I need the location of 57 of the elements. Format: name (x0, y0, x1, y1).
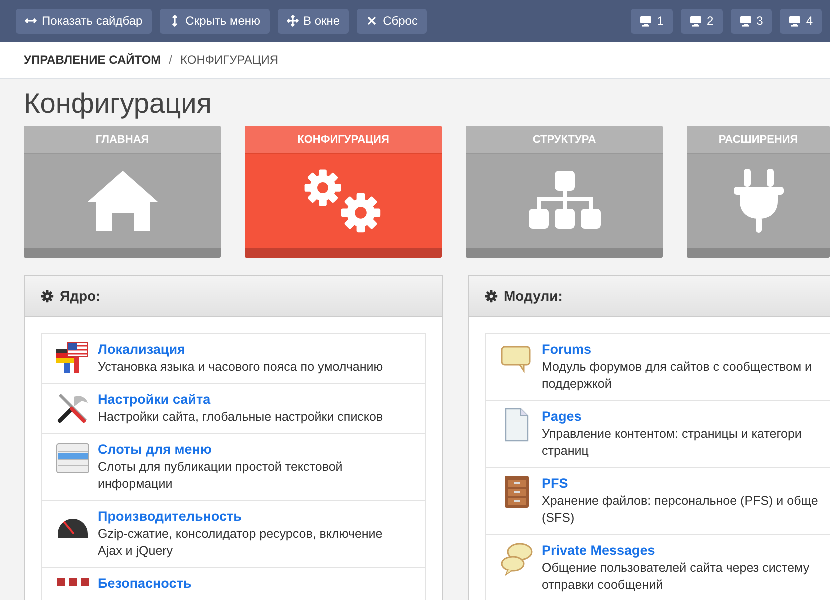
item-link[interactable]: PFS (542, 475, 818, 493)
monitor-icon (789, 16, 802, 26)
item-description: Ajax и jQuery (98, 543, 174, 560)
tile-label: РАСШИРЕНИЯ (718, 134, 798, 146)
tile-label: СТРУКТУРА (532, 134, 596, 146)
list-icon (56, 441, 90, 475)
breadcrumb-link[interactable]: УПРАВЛЕНИЕ САЙТОМ (24, 53, 162, 67)
item-description: Gzip-сжатие, консолидатор ресурсов, включение (98, 526, 383, 543)
panel-title: Ядро: (60, 288, 101, 304)
item-description: Управление контентом: страницы и категори (542, 426, 802, 443)
tools-icon (56, 391, 90, 425)
item-link[interactable]: Слоты для меню (98, 441, 343, 459)
item-description: (SFS) (542, 510, 576, 527)
screen-button[interactable]: 1 (631, 8, 673, 34)
house-icon (86, 169, 160, 233)
settings-icon (485, 290, 498, 302)
panel-title: Модули: (504, 288, 563, 304)
flags-icon (56, 341, 90, 375)
item-link[interactable]: Private Messages (542, 542, 810, 560)
item-description: Общение пользователей сайта через систему (542, 560, 810, 577)
monitor-icon (690, 16, 702, 26)
plug-icon (734, 169, 784, 233)
monitor-icon (740, 16, 752, 26)
settings-icon (41, 290, 54, 302)
item-description: Модуль форумов для сайтов с сообществом и (542, 359, 812, 376)
tile-label: ГЛАВНАЯ (96, 134, 150, 146)
toolbar-button[interactable]: Показать сайдбар (16, 8, 152, 34)
sitemap-icon (528, 171, 600, 231)
breadcrumb-separator: / (169, 53, 172, 67)
close-icon (366, 15, 378, 27)
item-description: Установка языка и часового пояса по умолчанию (98, 359, 384, 376)
item-link[interactable]: Forums (542, 341, 812, 359)
section-tile[interactable]: КОНФИГУРАЦИЯ (245, 126, 442, 258)
item-description: страниц (542, 443, 590, 460)
tile-label: КОНФИГУРАЦИЯ (298, 134, 390, 146)
screen-button[interactable]: 4 (780, 8, 822, 34)
toolbar-button[interactable]: Сброс (357, 8, 427, 34)
page-title: Конфигурация (23, 87, 213, 121)
breadcrumb-current: КОНФИГУРАЦИЯ (180, 53, 279, 67)
item-link[interactable]: Pages (542, 408, 802, 426)
speech-bubbles-icon (500, 542, 534, 576)
toolbar-button[interactable]: В окне (278, 8, 350, 34)
monitor-icon (640, 16, 652, 26)
item-description: информации (98, 476, 174, 493)
item-link[interactable]: Безопасность (98, 575, 192, 593)
item-link[interactable]: Настройки сайта (98, 391, 384, 409)
item-description: отправки сообщений (542, 577, 664, 594)
item-description: Хранение файлов: персональное (PFS) и обще (542, 493, 818, 510)
screen-button[interactable]: 2 (680, 8, 723, 34)
item-link[interactable]: Производительность (98, 508, 383, 526)
toolbar-button[interactable]: Скрыть меню (160, 8, 270, 34)
screen-button[interactable]: 3 (730, 8, 772, 34)
item-link[interactable]: Локализация (98, 341, 384, 359)
item-description: поддержкой (542, 376, 613, 393)
item-description: Настройки сайта, глобальные настройки списков (98, 409, 384, 426)
item-description: Слоты для публикации простой текстовой (98, 459, 343, 476)
move-icon (286, 15, 299, 27)
